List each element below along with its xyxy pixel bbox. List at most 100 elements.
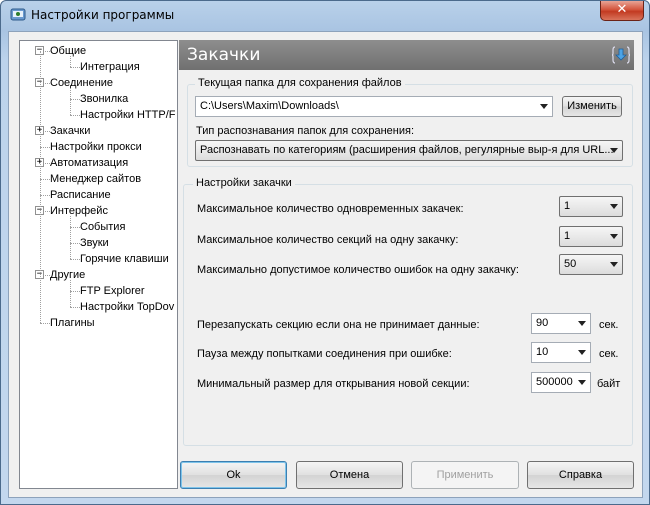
settings-tree[interactable]: Общие − Интеграция Соединение − Звонилка Настр… [19,40,178,489]
tree-item-label: Настройки прокси [50,141,142,153]
tree-item[interactable]: Плагины [50,315,95,331]
tree-connector [70,259,80,260]
tree-connector [40,323,50,324]
tree-item[interactable]: Звонилка [80,91,128,107]
apply-button[interactable]: Применить [411,461,519,489]
tree-item[interactable]: Интеграция [80,59,140,75]
tree-item-label: Звуки [80,237,109,249]
tree-item[interactable]: Настройки прокси [50,139,142,155]
min-section-size-select[interactable]: 500000 [531,372,591,393]
tree-item-label: Настройки TopDov [80,301,175,313]
tree-item[interactable]: Настройки TopDov [80,299,174,315]
tree-item-label: События [80,221,126,233]
tree-item[interactable]: FTP Explorer [80,283,145,299]
chevron-down-icon [610,148,618,153]
client-area: Общие − Интеграция Соединение − Звонилка Настр… [8,31,643,498]
recognition-type-select[interactable]: Распознавать по категориям (расширения ф… [195,140,623,161]
chevron-down-icon [578,321,586,326]
tree-connector [45,83,50,84]
max-errors-label: Максимально допустимое количество ошибок… [197,264,519,276]
min-section-size-label: Минимальный размер для открывания новой … [197,378,470,390]
tree-connector [70,291,80,292]
section-title: Закачки [187,45,261,65]
min-section-size-unit: байт [597,378,621,390]
max-downloads-label: Максимальное количество одновременных за… [197,203,464,215]
section-header: Закачки [179,40,634,70]
window-title: Настройки программы [31,8,175,22]
tree-item-label: Расписание [50,189,111,201]
folder-path-value: C:\Users\Maxim\Downloads\ [200,100,339,112]
max-errors-select[interactable]: 50 [559,254,623,275]
tree-item[interactable]: Общие [50,43,86,59]
download-group-title: Настройки закачки [193,177,295,189]
tree-item[interactable]: Горячие клавиши [80,251,169,267]
tree-connector [70,67,80,68]
chevron-down-icon [578,350,586,355]
tree-item-label: Настройки HTTP/F [80,109,176,121]
tree-connector [45,131,50,132]
tree-item[interactable]: Настройки HTTP/F [80,107,176,123]
tree-item-label: Автоматизация [50,157,129,169]
tree-connector [40,147,50,148]
close-icon[interactable]: ✕ [600,1,644,21]
retry-pause-select[interactable]: 10 [531,342,591,363]
tree-item-label: Интерфейс [50,205,108,217]
tree-item[interactable]: Закачки [50,123,90,139]
settings-window: Настройки программы ✕ Общие − Интеграция Со… [0,0,650,505]
recognition-label: Тип распознавания папок для сохранения: [196,125,415,137]
recognition-type-value: Распознавать по категориям (расширения ф… [200,144,614,156]
title-bar[interactable]: Настройки программы ✕ [1,1,649,31]
help-button[interactable]: Справка [527,461,634,489]
tree-item-label: Плагины [50,317,95,329]
tree-item-label: Менеджер сайтов [50,173,142,185]
ok-button[interactable]: Ok [180,461,287,489]
tree-item[interactable]: Интерфейс [50,203,108,219]
tree-item[interactable]: Соединение [50,75,113,91]
tree-item-label: Закачки [50,125,91,137]
retry-pause-label: Пауза между попытками соединения при оши… [197,348,452,360]
tree-item[interactable]: Звуки [80,235,109,251]
folder-group-title: Текущая папка для сохранения файлов [195,77,405,89]
tree-connector [70,243,80,244]
chevron-down-icon [578,380,586,385]
tree-connector [70,227,80,228]
tree-item[interactable]: События [80,219,125,235]
chevron-down-icon [540,104,548,109]
tree-item[interactable]: Расписание [50,187,111,203]
max-sections-label: Максимальное количество секций на одну з… [197,234,459,246]
tree-item[interactable]: Автоматизация [50,155,128,171]
tree-connector [45,211,50,212]
tree-connector [40,179,50,180]
tree-connector [70,115,80,116]
restart-section-select[interactable]: 90 [531,313,591,334]
tree-item-label: Другие [50,269,86,281]
tree-item[interactable]: Менеджер сайтов [50,171,141,187]
change-folder-button[interactable]: Изменить [562,96,622,117]
chevron-down-icon [610,262,618,267]
tree-item-label: Звонилка [80,93,129,105]
tree-connector [45,163,50,164]
tree-item-label: Общие [50,45,87,57]
tree-item-label: Горячие клавиши [80,253,169,265]
tree-item-label: Интеграция [80,61,140,73]
tree-item[interactable]: Другие [50,267,85,283]
folder-path-combo[interactable]: C:\Users\Maxim\Downloads\ [195,96,553,117]
chevron-down-icon [610,204,618,209]
tree-connector [70,88,71,115]
tree-connector [70,307,80,308]
app-icon [10,8,26,21]
max-sections-select[interactable]: 1 [559,226,623,247]
cancel-button[interactable]: Отмена [296,461,403,489]
tree-connector [70,216,71,259]
download-arrow-icon [611,45,631,65]
chevron-down-icon [610,234,618,239]
tree-connector [70,280,71,307]
tree-connector [45,275,50,276]
tree-item-label: FTP Explorer [80,285,145,297]
restart-section-unit: сек. [599,319,619,331]
tree-connector [40,195,50,196]
tree-connector [45,51,50,52]
retry-pause-unit: сек. [599,348,619,360]
max-downloads-select[interactable]: 1 [559,196,623,217]
tree-connector [40,51,41,323]
